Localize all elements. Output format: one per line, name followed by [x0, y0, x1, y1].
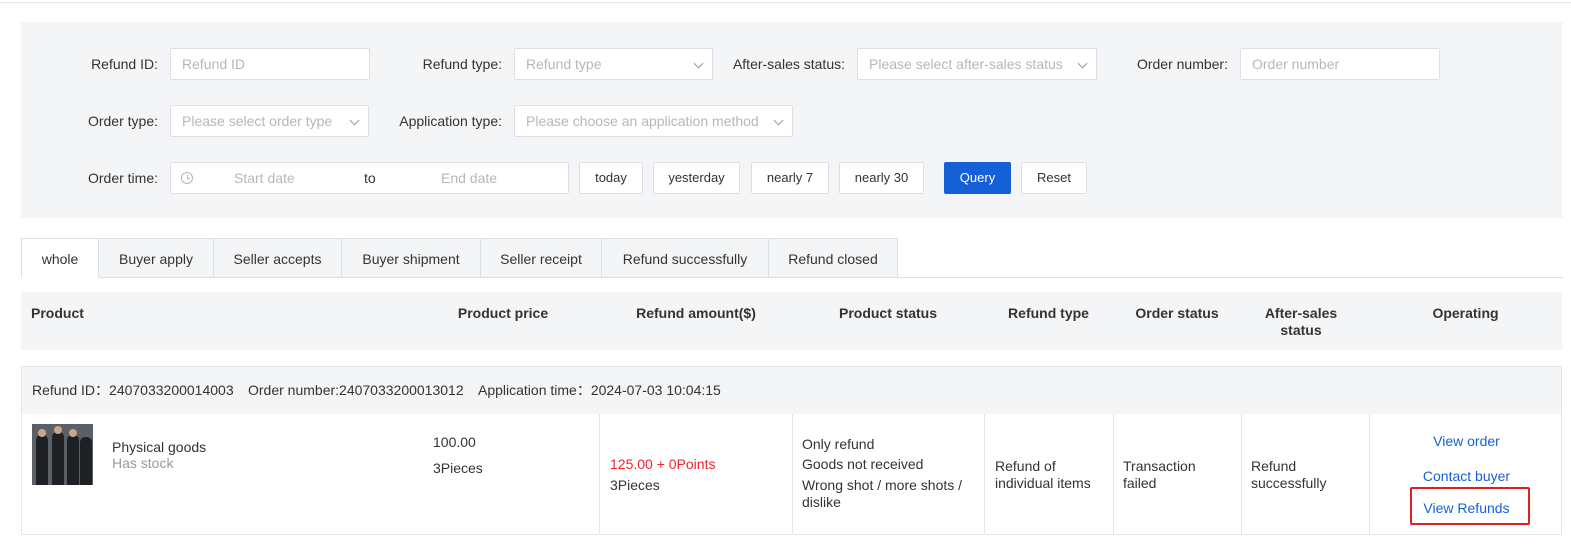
yesterday-button[interactable]: yesterday — [653, 162, 740, 194]
after-sales-status-placeholder: Please select after-sales status — [869, 56, 1063, 72]
header-product-status: Product status — [838, 305, 937, 321]
refund-amount-value: 125.00 + 0Points — [610, 456, 716, 472]
product-thumbnail[interactable] — [32, 424, 93, 485]
order-number-label: Order number: — [1136, 56, 1228, 72]
tab-refund-closed[interactable]: Refund closed — [769, 238, 898, 278]
order-type-select[interactable]: Please select order type — [170, 105, 369, 137]
column-divider — [792, 414, 793, 534]
range-separator: to — [364, 170, 376, 186]
refund-id-label: Refund ID: — [91, 56, 158, 72]
refund-type-value: Refund of individual items — [995, 458, 1091, 491]
refund-id-text: Refund ID：2407033200014003 — [32, 382, 234, 398]
figure-head — [38, 429, 46, 437]
tab-buyer-apply[interactable]: Buyer apply — [99, 238, 214, 278]
header-after-sales-line1: After-sales — [1264, 305, 1338, 321]
order-type-label: Order type: — [87, 113, 158, 129]
product-status-line: Goods not received — [802, 456, 924, 472]
product-price-value: 100.00 — [433, 434, 476, 450]
top-divider — [0, 2, 1571, 3]
figure-shape — [80, 437, 92, 485]
refund-type-select[interactable]: Refund type — [514, 48, 713, 80]
start-date-input[interactable]: Start date — [234, 163, 295, 193]
table-header: Product Product price Refund amount($) P… — [21, 292, 1562, 350]
tab-seller-receipt[interactable]: Seller receipt — [481, 238, 602, 278]
figure-shape — [52, 432, 64, 485]
application-time-text: Application time：2024-07-03 10:04:15 — [478, 382, 721, 398]
after-sales-status-label: After-sales status: — [732, 56, 845, 72]
header-after-sales-line2: status — [1280, 322, 1322, 338]
after-sales-status-select[interactable]: Please select after-sales status — [857, 48, 1097, 80]
product-quantity: 3Pieces — [433, 460, 483, 476]
nearly-7-button[interactable]: nearly 7 — [751, 162, 829, 194]
highlight-box — [1410, 487, 1530, 525]
header-after-sales-status: After-sales status — [1241, 305, 1361, 339]
header-product: Product — [31, 305, 84, 321]
column-divider — [599, 414, 600, 534]
application-type-placeholder: Please choose an application method — [526, 113, 759, 129]
product-name[interactable]: Physical goods — [112, 439, 206, 456]
refund-quantity: 3Pieces — [610, 477, 660, 493]
figure-shape — [67, 435, 79, 485]
order-number-text: Order number:2407033200013012 — [248, 382, 464, 398]
order-number-input[interactable]: Order number — [1240, 48, 1440, 80]
contact-buyer-link[interactable]: Contact buyer — [1370, 468, 1563, 484]
tab-whole[interactable]: whole — [21, 238, 99, 278]
header-operating: Operating — [1432, 305, 1499, 321]
header-product-price: Product price — [457, 305, 549, 321]
column-divider — [1241, 414, 1242, 534]
view-order-link[interactable]: View order — [1370, 433, 1563, 449]
nearly-30-button[interactable]: nearly 30 — [839, 162, 924, 194]
product-stock: Has stock — [112, 455, 174, 471]
order-type-placeholder: Please select order type — [182, 113, 333, 129]
query-button[interactable]: Query — [944, 162, 1011, 194]
column-divider — [984, 414, 985, 534]
after-sales-status-value: Refund successfully — [1251, 458, 1327, 491]
header-refund-type: Refund type — [1008, 305, 1089, 321]
order-time-label: Order time: — [87, 170, 158, 186]
chevron-down-icon — [349, 115, 360, 126]
figure-shape — [36, 435, 48, 485]
reset-button[interactable]: Reset — [1021, 162, 1087, 194]
product-status-line: Only refund — [802, 436, 875, 452]
tab-refund-successfully[interactable]: Refund successfully — [602, 238, 769, 278]
figure-head — [69, 429, 77, 437]
tab-buyer-shipment[interactable]: Buyer shipment — [342, 238, 481, 278]
header-refund-amount: Refund amount($) — [636, 305, 756, 321]
chevron-down-icon — [693, 58, 704, 69]
refund-type-placeholder: Refund type — [526, 56, 602, 72]
figure-head — [54, 426, 62, 434]
column-divider — [1113, 414, 1114, 534]
header-order-status: Order status — [1135, 305, 1219, 321]
order-status-value: Transaction failed — [1123, 458, 1196, 491]
refund-id-input[interactable]: Refund ID — [170, 48, 370, 80]
tab-seller-accepts[interactable]: Seller accepts — [214, 238, 342, 278]
application-type-label: Application type: — [399, 113, 502, 129]
chevron-down-icon — [1077, 58, 1088, 69]
table-row: Physical goods Has stock 100.00 3Pieces … — [21, 414, 1562, 535]
chevron-down-icon — [773, 115, 784, 126]
product-status-line: Wrong shot / more shots / dislike — [802, 477, 963, 510]
end-date-input[interactable]: End date — [441, 163, 497, 193]
application-type-select[interactable]: Please choose an application method — [514, 105, 793, 137]
refund-type-label: Refund type: — [422, 56, 502, 72]
order-meta-row: Refund ID：2407033200014003 Order number:… — [21, 366, 1562, 415]
order-time-range-picker[interactable]: Start date to End date — [170, 162, 569, 194]
today-button[interactable]: today — [579, 162, 643, 194]
clock-icon — [181, 172, 193, 184]
